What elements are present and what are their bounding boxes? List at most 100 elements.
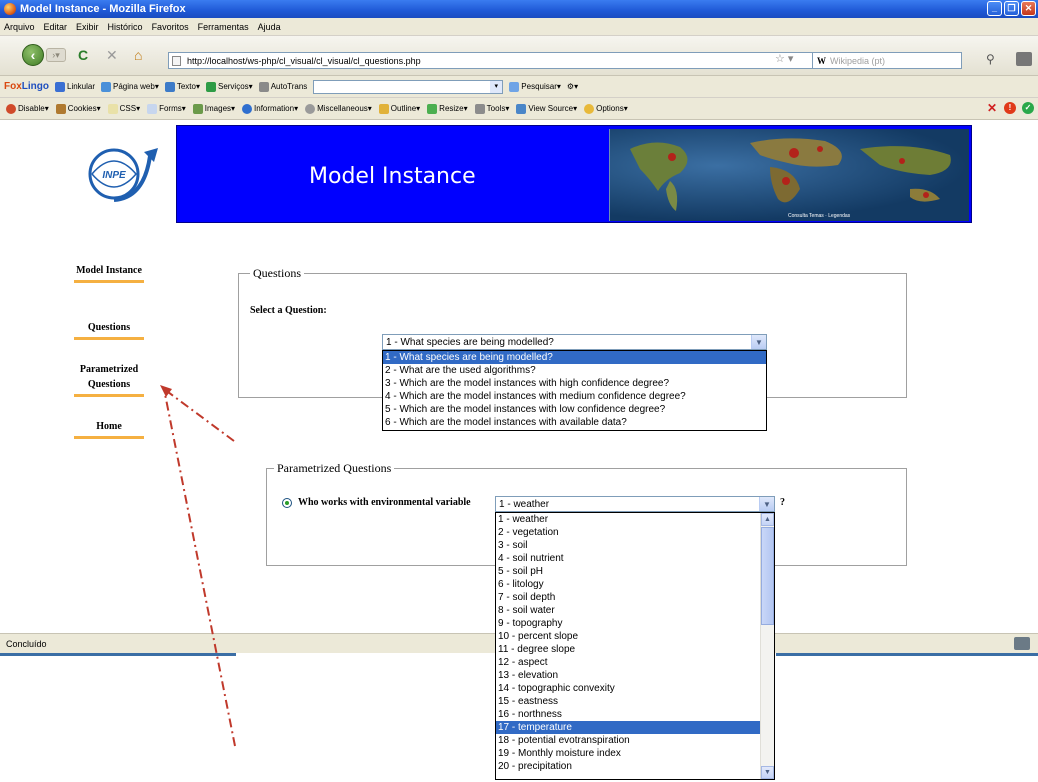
search-field[interactable]: W Wikipedia (pt): [812, 52, 962, 69]
bookmark-star-icon[interactable]: ☆ ▾: [775, 52, 793, 65]
reload-icon[interactable]: C: [78, 47, 88, 63]
valid-icon[interactable]: ✓: [1022, 102, 1034, 114]
chevron-down-icon[interactable]: ▼: [751, 335, 766, 349]
question-option[interactable]: 1 - What species are being modelled?: [383, 351, 766, 364]
toolbar-item-information[interactable]: Information▾: [242, 103, 298, 114]
env-variable-option[interactable]: 19 - Monthly moisture index: [496, 747, 760, 760]
toolbar-item-css[interactable]: CSS▾: [107, 103, 140, 114]
toolbar-item-pesquisar[interactable]: Pesquisar▾: [509, 81, 561, 92]
env-variable-option[interactable]: 5 - soil pH: [496, 565, 760, 578]
env-variable-option[interactable]: 1 - weather: [496, 513, 760, 526]
error-x-icon[interactable]: ✕: [986, 102, 998, 114]
env-variable-option[interactable]: 16 - northness: [496, 708, 760, 721]
question-option[interactable]: 4 - Which are the model instances with m…: [383, 390, 766, 403]
scroll-thumb[interactable]: [761, 527, 774, 625]
header-banner: Model Instance Consulta Temas · Legendas: [176, 125, 972, 223]
logo-text: INPE: [102, 170, 126, 181]
env-variable-option[interactable]: 4 - soil nutrient: [496, 552, 760, 565]
menu-arquivo[interactable]: Arquivo: [4, 22, 35, 32]
toolbar-item-options[interactable]: Options▾: [584, 103, 628, 114]
translate-input[interactable]: ▾: [313, 79, 504, 94]
env-variable-option[interactable]: 20 - precipitation: [496, 760, 760, 773]
toolbar-item-pagina-web[interactable]: Página web▾: [101, 81, 159, 92]
question-select-value: 1 - What species are being modelled?: [386, 336, 554, 348]
label: Pesquisar: [521, 81, 557, 91]
status-tray-icon: [1014, 637, 1030, 650]
select-question-label: Select a Question:: [250, 305, 327, 316]
question-option[interactable]: 2 - What are the used algorithms?: [383, 364, 766, 377]
question-select[interactable]: 1 - What species are being modelled? ▼: [382, 334, 767, 350]
label: Miscellaneous: [317, 103, 368, 113]
dropdown-scrollbar[interactable]: ▲ ▼: [760, 513, 774, 779]
scroll-down-icon[interactable]: ▼: [761, 766, 774, 779]
toolbar-item-view-source[interactable]: View Source▾: [516, 103, 577, 114]
minimize-button[interactable]: _: [987, 1, 1002, 16]
toolbar-item-miscellaneous[interactable]: Miscellaneous▾: [305, 103, 372, 114]
env-variable-select[interactable]: 1 - weather ▼: [495, 496, 775, 512]
toolbar-item-images[interactable]: Images▾: [192, 103, 235, 114]
inpe-logo: INPE: [88, 148, 158, 202]
banner-title: Model Instance: [309, 164, 476, 189]
home-icon[interactable]: ⌂: [134, 47, 142, 63]
toolbar-item-servicos[interactable]: Serviços▾: [205, 81, 253, 92]
toolbar-item-linkular[interactable]: Linkular: [55, 81, 95, 92]
forward-dropdown-button[interactable]: ›▾: [46, 48, 66, 62]
toolbar-item-disable[interactable]: Disable▾: [6, 103, 49, 114]
label: Forms: [159, 103, 182, 113]
env-variable-option[interactable]: 9 - topography: [496, 617, 760, 630]
window-titlebar: Model Instance - Mozilla Firefox _ ❐ ✕: [0, 0, 1038, 18]
env-variable-option[interactable]: 18 - potential evotranspiration: [496, 734, 760, 747]
settings-icon[interactable]: ⚙▾: [567, 82, 578, 91]
env-variable-option[interactable]: 14 - topographic convexity: [496, 682, 760, 695]
env-variable-option[interactable]: 12 - aspect: [496, 656, 760, 669]
close-window-button[interactable]: ✕: [1021, 1, 1036, 16]
question-option[interactable]: 3 - Which are the model instances with h…: [383, 377, 766, 390]
chevron-down-icon[interactable]: ▾: [490, 80, 503, 93]
page-icon: [172, 56, 181, 66]
menu-favoritos[interactable]: Favoritos: [152, 22, 189, 32]
stop-icon[interactable]: ✕: [106, 47, 118, 63]
window-title: Model Instance - Mozilla Firefox: [20, 3, 186, 15]
env-variable-option[interactable]: 15 - eastness: [496, 695, 760, 708]
env-variable-option[interactable]: 6 - litology: [496, 578, 760, 591]
sidebar-item-model-instance[interactable]: Model Instance: [74, 263, 144, 283]
screenshot-icon[interactable]: [1016, 52, 1032, 66]
sidebar-item-parametrized-questions[interactable]: Parametrized Questions: [74, 362, 144, 397]
label: Cookies: [67, 103, 97, 113]
toolbar-item-outline[interactable]: Outline▾: [378, 103, 420, 114]
toolbar-item-tools[interactable]: Tools▾: [474, 103, 509, 114]
toolbar-item-cookies[interactable]: Cookies▾: [55, 103, 101, 114]
maximize-button[interactable]: ❐: [1004, 1, 1019, 16]
chevron-down-icon[interactable]: ▼: [759, 497, 774, 511]
env-variable-option[interactable]: 11 - degree slope: [496, 643, 760, 656]
alert-icon[interactable]: !: [1004, 102, 1016, 114]
env-variable-option[interactable]: 3 - soil: [496, 539, 760, 552]
parametrized-legend: Parametrized Questions: [274, 461, 395, 476]
question-option[interactable]: 5 - Which are the model instances with l…: [383, 403, 766, 416]
menu-exibir[interactable]: Exibir: [76, 22, 99, 32]
env-variable-option[interactable]: 7 - soil depth: [496, 591, 760, 604]
env-variable-option[interactable]: 13 - elevation: [496, 669, 760, 682]
search-go-icon[interactable]: ⚲: [986, 52, 995, 66]
foxlingo-logo[interactable]: FoxLingo: [4, 81, 49, 92]
env-variable-radio[interactable]: [282, 498, 292, 508]
env-variable-option[interactable]: 2 - vegetation: [496, 526, 760, 539]
question-option[interactable]: 6 - Which are the model instances with a…: [383, 416, 766, 429]
env-variable-option[interactable]: 17 - temperature: [496, 721, 760, 734]
menu-ajuda[interactable]: Ajuda: [258, 22, 281, 32]
back-button[interactable]: ‹: [22, 44, 44, 66]
scroll-up-icon[interactable]: ▲: [761, 513, 774, 526]
toolbar-item-autotrans[interactable]: AutoTrans: [258, 81, 307, 92]
env-variable-option[interactable]: 8 - soil water: [496, 604, 760, 617]
toolbar-item-forms[interactable]: Forms▾: [147, 103, 186, 114]
menu-editar[interactable]: Editar: [44, 22, 68, 32]
menu-historico[interactable]: Histórico: [108, 22, 143, 32]
sidebar-item-questions[interactable]: Questions: [74, 320, 144, 340]
map-caption: Consulta Temas · Legendas: [788, 213, 851, 219]
env-variable-option[interactable]: 10 - percent slope: [496, 630, 760, 643]
sidebar-item-home[interactable]: Home: [74, 419, 144, 439]
menu-ferramentas[interactable]: Ferramentas: [198, 22, 249, 32]
toolbar-item-resize[interactable]: Resize▾: [427, 103, 468, 114]
linkular-icon: [55, 81, 65, 92]
toolbar-item-texto[interactable]: Texto▾: [164, 81, 200, 92]
